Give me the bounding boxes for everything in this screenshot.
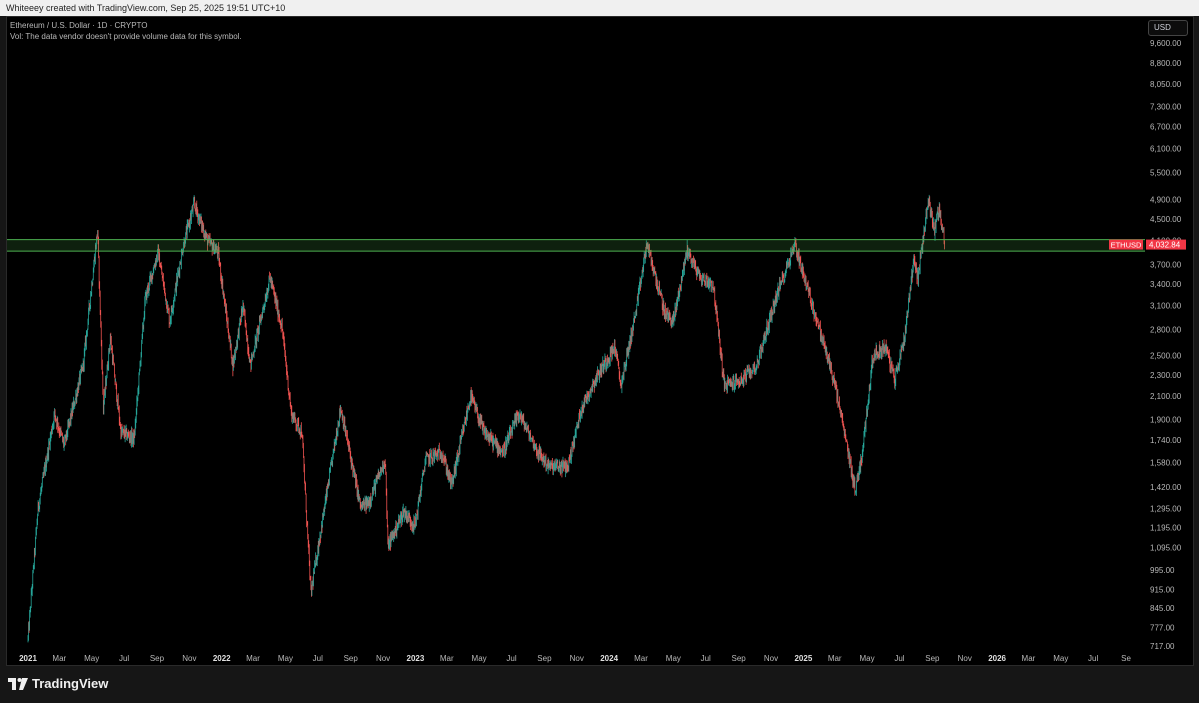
time-tick-label: Sep bbox=[150, 654, 165, 663]
price-tick-label: 3,100.00 bbox=[1150, 302, 1182, 311]
price-tick-label: 4,500.00 bbox=[1150, 215, 1182, 224]
price-tick-label: 3,400.00 bbox=[1150, 280, 1182, 289]
time-tick-label: Jul bbox=[313, 654, 323, 663]
zone-band bbox=[7, 239, 1145, 252]
time-tick-label: 2024 bbox=[600, 654, 618, 663]
time-tick-label: Jul bbox=[1088, 654, 1098, 663]
price-tick-label: 7,300.00 bbox=[1150, 103, 1182, 112]
time-tick-label: 2021 bbox=[19, 654, 37, 663]
price-tick-label: 1,900.00 bbox=[1150, 415, 1182, 424]
price-tick-label: 3,700.00 bbox=[1150, 261, 1182, 270]
tradingview-logo[interactable]: TradingView bbox=[8, 676, 108, 691]
time-tick-label: 2022 bbox=[213, 654, 231, 663]
time-tick-label: Jul bbox=[119, 654, 129, 663]
price-tick-label: 2,300.00 bbox=[1150, 371, 1182, 380]
time-tick-label: Nov bbox=[958, 654, 972, 663]
symbol-tag: ETHUSD bbox=[1111, 241, 1142, 250]
time-tick-label: May bbox=[278, 654, 293, 663]
price-tick-label: 1,195.00 bbox=[1150, 523, 1182, 532]
tradingview-brand: TradingView bbox=[32, 676, 109, 691]
time-tick-label: Jul bbox=[894, 654, 904, 663]
time-tick-label: Jul bbox=[506, 654, 516, 663]
price-tick-label: 777.00 bbox=[1150, 623, 1175, 632]
time-tick-label: May bbox=[666, 654, 681, 663]
price-tick-label: 845.00 bbox=[1150, 604, 1175, 613]
time-tick-label: May bbox=[860, 654, 875, 663]
time-tick-label: May bbox=[472, 654, 487, 663]
price-tick-label: 915.00 bbox=[1150, 585, 1175, 594]
time-tick-label: Se bbox=[1121, 654, 1131, 663]
time-tick-label: 2025 bbox=[794, 654, 812, 663]
time-tick-label: Sep bbox=[537, 654, 552, 663]
price-tick-label: 2,500.00 bbox=[1150, 352, 1182, 361]
last-price-label-group: ETHUSD 4,032.84 bbox=[1109, 239, 1186, 250]
support-resistance-zone bbox=[7, 239, 1145, 252]
price-tick-label: 9,600.00 bbox=[1150, 39, 1182, 48]
price-tick-label: 1,580.00 bbox=[1150, 458, 1182, 467]
time-axis: 2021 Mar May Jul Sep Nov 2022 Mar May Jul Sep Nov 20… bbox=[19, 654, 1131, 663]
candlestick-series bbox=[27, 194, 945, 643]
symbol-title: Ethereum / U.S. Dollar · 1D · CRYPTO bbox=[10, 21, 148, 30]
price-tick-label: 5,500.00 bbox=[1150, 168, 1182, 177]
tradingview-logo-icon bbox=[8, 677, 28, 690]
time-tick-label: Mar bbox=[634, 654, 648, 663]
price-tick-label: 1,740.00 bbox=[1150, 436, 1182, 445]
currency-selector[interactable]: USD bbox=[1148, 20, 1188, 36]
price-tick-label: 8,800.00 bbox=[1150, 59, 1182, 68]
time-tick-label: 2026 bbox=[988, 654, 1006, 663]
time-tick-label: Sep bbox=[732, 654, 747, 663]
time-tick-label: Mar bbox=[440, 654, 454, 663]
footer-bar: TradingView bbox=[0, 666, 1199, 703]
time-tick-label: May bbox=[84, 654, 99, 663]
time-tick-label: Jul bbox=[701, 654, 711, 663]
time-tick-label: Sep bbox=[925, 654, 940, 663]
price-tick-label: 995.00 bbox=[1150, 566, 1175, 575]
price-tick-label: 8,050.00 bbox=[1150, 80, 1182, 89]
time-tick-label: Nov bbox=[570, 654, 584, 663]
time-tick-label: Mar bbox=[246, 654, 260, 663]
price-axis: 9,600.00 8,800.00 8,050.00 7,300.00 6,700.00… bbox=[1150, 39, 1182, 651]
time-tick-label: May bbox=[1053, 654, 1068, 663]
price-tick-label: 1,095.00 bbox=[1150, 544, 1182, 553]
price-tick-label: 717.00 bbox=[1150, 642, 1175, 651]
price-chart[interactable]: 9,600.00 8,800.00 8,050.00 7,300.00 6,700.00… bbox=[0, 0, 1199, 666]
time-tick-label: Nov bbox=[376, 654, 390, 663]
price-tick-label: 1,420.00 bbox=[1150, 483, 1182, 492]
volume-note: Vol: The data vendor doesn't provide vol… bbox=[10, 32, 242, 41]
time-tick-label: Mar bbox=[52, 654, 66, 663]
time-tick-label: Nov bbox=[764, 654, 778, 663]
time-tick-label: Sep bbox=[344, 654, 359, 663]
price-tick-label: 4,900.00 bbox=[1150, 195, 1182, 204]
time-tick-label: Mar bbox=[1022, 654, 1036, 663]
price-tick-label: 1,295.00 bbox=[1150, 505, 1182, 514]
time-tick-label: 2023 bbox=[407, 654, 425, 663]
price-tick-label: 6,700.00 bbox=[1150, 123, 1182, 132]
last-price-tag: 4,032.84 bbox=[1149, 241, 1181, 250]
time-tick-label: Mar bbox=[828, 654, 842, 663]
price-tick-label: 2,100.00 bbox=[1150, 392, 1182, 401]
time-tick-label: Nov bbox=[182, 654, 196, 663]
chart-legend: Ethereum / U.S. Dollar · 1D · CRYPTO Vol… bbox=[10, 20, 242, 42]
price-tick-label: 2,800.00 bbox=[1150, 325, 1182, 334]
price-tick-label: 6,100.00 bbox=[1150, 144, 1182, 153]
